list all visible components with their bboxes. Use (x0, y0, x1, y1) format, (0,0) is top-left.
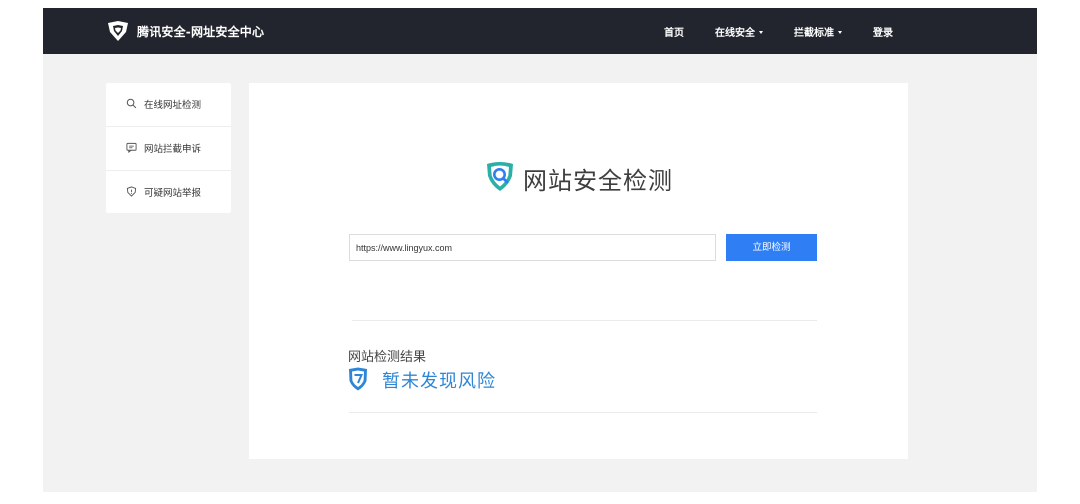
chevron-down-icon (838, 30, 842, 34)
sidebar-item-report[interactable]: 可疑网站举报 (106, 171, 231, 214)
divider (349, 412, 817, 413)
sidebar-item-label: 在线网址检测 (144, 100, 202, 111)
page-title: 网站安全检测 (523, 167, 673, 195)
tencent-security-logo-icon[interactable] (106, 19, 130, 43)
check-now-button[interactable]: 立即检测 (726, 234, 817, 261)
message-icon (126, 142, 137, 153)
sidebar-item-label: 网站拦截申诉 (144, 144, 202, 155)
result-status: 暂未发现风险 (382, 371, 496, 392)
nav-login[interactable]: 登录 (873, 24, 893, 39)
nav-home[interactable]: 首页 (664, 24, 684, 39)
brand-title[interactable]: 腾讯安全-网址安全中心 (137, 23, 264, 40)
url-input[interactable] (349, 234, 716, 261)
top-navbar: 腾讯安全-网址安全中心 首页 在线安全 拦截标准 登录 (43, 8, 1037, 54)
sidebar-item-url-check[interactable]: 在线网址检测 (106, 83, 231, 126)
sidebar-item-label: 可疑网站举报 (144, 188, 202, 199)
main-card: 网站安全检测 立即检测 网站检测结果 暂未发现风险 (249, 83, 908, 459)
result-label: 网站检测结果 (348, 350, 427, 365)
search-icon (126, 98, 137, 109)
divider (352, 320, 817, 321)
nav-block-standard[interactable]: 拦截标准 (794, 24, 842, 39)
safe-shield-icon (349, 367, 367, 391)
chevron-down-icon (759, 30, 763, 34)
shield-icon (126, 186, 137, 197)
security-check-shield-icon (487, 162, 513, 191)
page: 腾讯安全-网址安全中心 首页 在线安全 拦截标准 登录 在线网址检测 网站拦截申… (43, 8, 1037, 492)
sidebar-item-appeal[interactable]: 网站拦截申诉 (106, 127, 231, 170)
nav-online-security[interactable]: 在线安全 (715, 24, 763, 39)
sidebar: 在线网址检测 网站拦截申诉 可疑网站举报 (106, 83, 231, 213)
